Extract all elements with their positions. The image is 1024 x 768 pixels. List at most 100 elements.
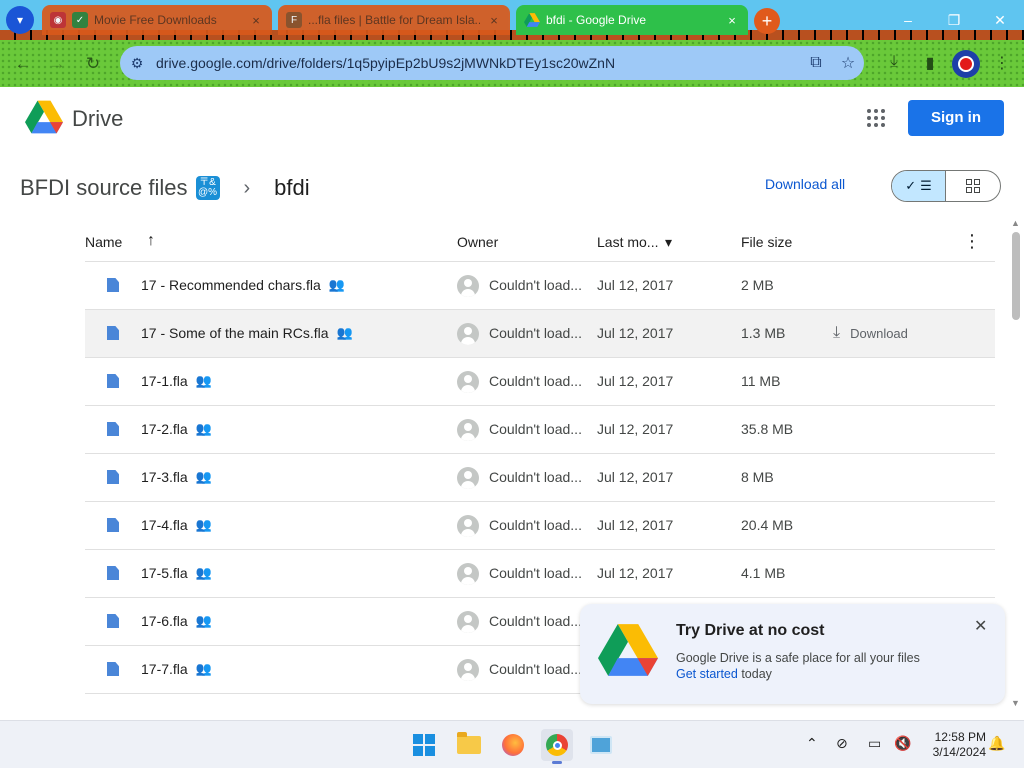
download-icon: ⤓: [833, 324, 841, 341]
tab-close-icon[interactable]: ×: [724, 13, 740, 28]
column-name[interactable]: Name: [85, 234, 122, 250]
tab-movie-downloads[interactable]: ◉ ✓ Movie Free Downloads ×: [42, 5, 272, 35]
drive-logo-icon[interactable]: [25, 100, 63, 139]
volume-muted-icon[interactable]: 🔇: [894, 735, 911, 752]
owner-text: Couldn't load...: [489, 325, 582, 341]
file-icon: [107, 422, 119, 436]
table-row[interactable]: 17-2.fla 👥 Couldn't load... Jul 12, 2017 …: [85, 406, 995, 454]
modified-date: Jul 12, 2017: [597, 421, 674, 437]
restore-button[interactable]: ❐: [934, 6, 974, 34]
file-size: 1.3 MB: [741, 325, 786, 341]
drive-logo-icon: [598, 624, 658, 681]
file-size: 2 MB: [741, 277, 774, 293]
table-row[interactable]: 17-5.fla 👥 Couldn't load... Jul 12, 2017 …: [85, 550, 995, 598]
breadcrumb-current[interactable]: bfdi: [274, 175, 309, 201]
tab-title: ...fla files | Battle for Dream Isla...: [308, 13, 480, 27]
scroll-up-arrow-icon[interactable]: ▲: [1011, 218, 1020, 228]
owner-text: Couldn't load...: [489, 277, 582, 293]
reload-button[interactable]: ↻: [80, 51, 106, 77]
display-icon[interactable]: ▭: [868, 735, 881, 752]
start-button[interactable]: [408, 729, 440, 761]
drive-favicon-icon: [524, 12, 540, 28]
table-row[interactable]: 17-4.fla 👥 Couldn't load... Jul 12, 2017 …: [85, 502, 995, 550]
shared-people-icon: 👥: [195, 565, 212, 580]
sort-ascending-icon[interactable]: ↑: [147, 232, 155, 250]
more-options-icon[interactable]: ⋮: [963, 231, 981, 252]
download-label: Download: [850, 325, 908, 341]
file-name: 17-6.fla: [141, 613, 188, 629]
chrome-button[interactable]: [541, 729, 573, 764]
promo-text: Google Drive is a safe place for all you…: [676, 651, 920, 665]
google-apps-icon[interactable]: [864, 106, 888, 130]
windows-taskbar: ⌃ ⊘ ▭ 🔇 12:58 PM 3/14/2024 🔔: [0, 720, 1024, 768]
firefox-button[interactable]: [497, 729, 529, 761]
promo-body: Google Drive is a safe place for all you…: [676, 650, 920, 682]
scroll-down-arrow-icon[interactable]: ▼: [1011, 698, 1020, 708]
download-icon[interactable]: ⤓: [882, 53, 906, 71]
file-name: 17 - Recommended chars.fla: [141, 277, 321, 293]
bookmark-star-icon[interactable]: ☆: [832, 53, 864, 73]
menu-icon[interactable]: ⋮: [990, 53, 1014, 73]
minimize-button[interactable]: –: [888, 6, 928, 34]
site-info-icon[interactable]: ⚙: [122, 48, 152, 78]
check-icon: ✓: [905, 178, 917, 193]
tab-bfdi-wiki[interactable]: F ...fla files | Battle for Dream Isla..…: [278, 5, 510, 35]
avatar: [457, 275, 479, 297]
breadcrumb-parent[interactable]: BFDI source files: [20, 175, 188, 201]
column-file-size[interactable]: File size: [741, 234, 792, 250]
profile-avatar[interactable]: [952, 50, 980, 78]
file-name: 17 - Some of the main RCs.fla: [141, 325, 329, 341]
scrollbar-thumb[interactable]: [1012, 232, 1020, 320]
table-header: Name ↑ Owner Last mo... ▾ File size ⋮: [85, 222, 995, 262]
address-bar[interactable]: ⚙ drive.google.com/drive/folders/1q5pyip…: [120, 46, 864, 80]
folder-icon: [457, 732, 481, 754]
side-panel-icon[interactable]: ▮: [918, 53, 942, 73]
wiki-favicon-icon: F: [286, 12, 302, 28]
column-owner: Owner: [457, 234, 499, 250]
notifications-bell-icon[interactable]: 🔔: [988, 735, 1005, 752]
tab-close-icon[interactable]: ×: [486, 13, 502, 28]
close-window-button[interactable]: ✕: [980, 6, 1020, 34]
close-icon[interactable]: ✕: [974, 616, 987, 636]
tab-google-drive[interactable]: bfdi - Google Drive ×: [516, 5, 748, 35]
forward-button[interactable]: →: [44, 51, 70, 77]
table-row[interactable]: 17-1.fla 👥 Couldn't load... Jul 12, 2017 …: [85, 358, 995, 406]
file-size: 20.4 MB: [741, 517, 794, 533]
system-clock[interactable]: 12:58 PM 3/14/2024: [920, 730, 986, 760]
install-app-icon[interactable]: ⧉: [800, 54, 832, 72]
new-tab-button[interactable]: +: [754, 8, 780, 34]
owner-text: Couldn't load...: [489, 517, 582, 533]
app-name[interactable]: Drive: [72, 106, 123, 132]
table-row[interactable]: 17-3.fla 👥 Couldn't load... Jul 12, 2017 …: [85, 454, 995, 502]
owner-text: Couldn't load...: [489, 565, 582, 581]
tab-close-icon[interactable]: ×: [248, 13, 264, 28]
show-hidden-icons-chevron-icon[interactable]: ⌃: [806, 735, 818, 752]
file-icon: [107, 614, 119, 628]
shared-people-icon: 👥: [195, 613, 212, 628]
table-row[interactable]: 17 - Some of the main RCs.fla 👥 Couldn't …: [85, 310, 995, 358]
sign-in-button[interactable]: Sign in: [908, 100, 1004, 136]
page-scrollbar[interactable]: ▲ ▼: [1008, 218, 1024, 708]
list-view-button[interactable]: ✓ ☰: [892, 171, 947, 201]
back-button[interactable]: ←: [10, 51, 36, 77]
remote-desktop-icon: [590, 736, 612, 754]
remote-desktop-button[interactable]: [585, 729, 617, 761]
chevron-right-icon: ›: [243, 176, 251, 199]
sort-dropdown-icon[interactable]: ▾: [665, 234, 672, 251]
shared-people-icon: 👥: [195, 373, 212, 388]
file-explorer-button[interactable]: [453, 729, 485, 761]
grid-view-button[interactable]: [946, 171, 1000, 201]
file-icon: [107, 662, 119, 676]
get-started-link[interactable]: Get started: [676, 667, 738, 681]
table-row[interactable]: 17 - Recommended chars.fla 👥 Couldn't loa…: [85, 262, 995, 310]
url-text[interactable]: drive.google.com/drive/folders/1q5pyipEp…: [156, 55, 800, 71]
network-off-icon[interactable]: ⊘: [836, 735, 848, 752]
download-all-button[interactable]: Download all: [765, 176, 845, 192]
file-size: 35.8 MB: [741, 421, 794, 437]
row-download-button[interactable]: ⤓ Download: [833, 324, 908, 342]
file-icon: [107, 566, 119, 580]
tab-search-button[interactable]: ▾: [6, 6, 34, 34]
owner-text: Couldn't load...: [489, 373, 582, 389]
column-last-modified[interactable]: Last mo...: [597, 234, 658, 250]
file-name: 17-3.fla: [141, 469, 188, 485]
